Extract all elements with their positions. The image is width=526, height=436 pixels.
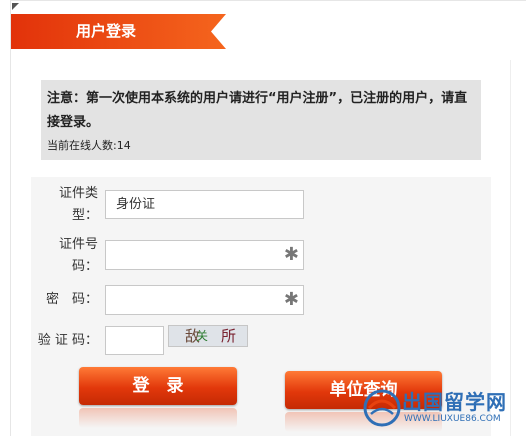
id-type-value: 身份证 [116,197,156,212]
captcha-label: 验 证 码： [37,333,98,348]
corner-triangle-icon [12,3,19,10]
id-number-label-line2: 码： [71,259,98,274]
title-ribbon: 用户登录 [11,14,226,49]
id-type-label-line1: 证件类 [58,186,98,201]
id-type-label-line2: 型： [71,208,98,223]
watermark-url: WWW.LIUXUE86.COM [404,414,501,424]
captcha-char: 关 [196,329,209,343]
required-star-icon: ✱ [283,289,299,310]
watermark-site-name: 出国留学网 [402,390,507,414]
online-count-label: 当前在线人数: [47,139,117,152]
password-label: 密 码： [45,292,98,307]
id-number-input[interactable]: ✱ [105,240,304,270]
id-number-label-line1: 证件号 [58,237,98,252]
id-type-select[interactable]: 身份证 [105,190,304,219]
password-input[interactable]: ✱ [105,285,304,315]
captcha-char: 所 [221,327,237,345]
scrollbar-track[interactable] [510,60,511,436]
frame-top-border [10,0,526,1]
watermark-logo-icon [363,389,401,427]
notice-text: 注意：第一次使用本系统的用户请进行“用户注册”，已注册的用户，请直接登录。 [47,91,468,130]
online-count-value: 14 [116,139,131,152]
watermark: 出国留学网 WWW.LIUXUE86.COM [362,386,524,434]
required-star-icon: ✱ [283,244,299,265]
login-button[interactable]: 登 录 [79,367,237,405]
page-title: 用户登录 [75,22,136,40]
id-type-label: 证件类 型： [40,183,98,227]
notice-box: 注意：第一次使用本系统的用户请进行“用户注册”，已注册的用户，请直接登录。 当前… [41,80,481,160]
captcha-image[interactable]: 敌 关 所 [168,325,248,347]
captcha-input[interactable] [105,326,164,355]
login-button-reflection [79,408,237,428]
frame-left-border [10,0,11,436]
online-count: 当前在线人数:14 [47,137,131,153]
id-number-label: 证件号 码： [40,234,98,278]
